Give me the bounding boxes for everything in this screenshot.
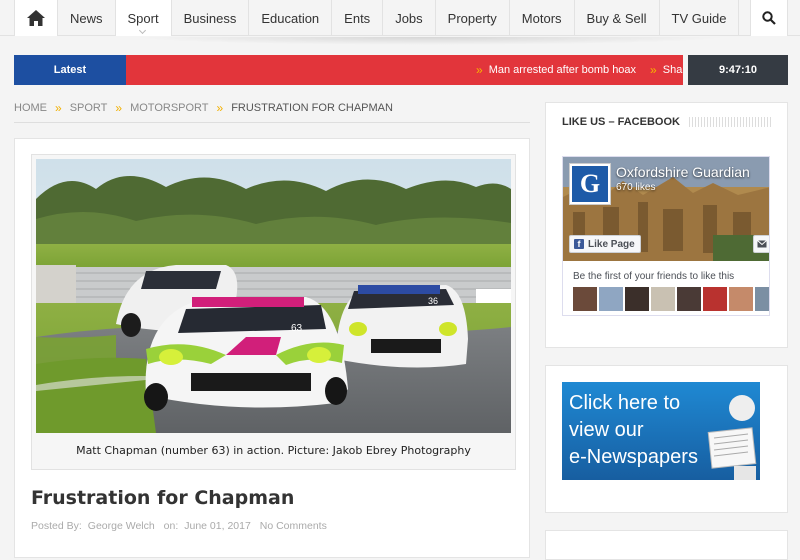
- nav-shadow: [130, 37, 730, 45]
- sidebar-widget: [545, 530, 788, 560]
- breadcrumb: HOME » SPORT » MOTORSPORT » FRUSTRATION …: [14, 100, 393, 116]
- ticker-headline[interactable]: Man arrested after bomb hoax: [489, 64, 636, 76]
- nav-item-label: Buy & Sell: [586, 10, 647, 26]
- nav-item-label: Sport: [127, 10, 159, 26]
- ticker-label: Latest: [14, 55, 135, 85]
- home-button[interactable]: [14, 0, 58, 36]
- nav-menu: News Sport Business Education Ents Jobs Proper…: [58, 0, 740, 36]
- breadcrumb-home[interactable]: HOME: [14, 102, 47, 114]
- banner-line: e-Newspapers: [569, 446, 698, 468]
- nav-item-tv-guide[interactable]: TV Guide: [660, 0, 740, 36]
- page-logo-letter: G: [572, 166, 608, 202]
- comments-link[interactable]: No Comments: [260, 520, 327, 532]
- nav-item-label: TV Guide: [671, 10, 727, 26]
- avatar[interactable]: [729, 287, 753, 311]
- breadcrumb-separator: »: [55, 101, 62, 115]
- article: RI 36: [14, 138, 530, 558]
- envelope-icon: [757, 240, 767, 248]
- breadcrumb-current: FRUSTRATION FOR CHAPMAN: [231, 102, 393, 114]
- svg-text:63: 63: [291, 323, 303, 334]
- facebook-icon: f: [574, 239, 584, 249]
- divider: [14, 122, 530, 123]
- nav-item-label: Ents: [344, 10, 371, 26]
- news-ticker: » Man arrested after bomb hoax » Sha: [126, 55, 683, 85]
- breadcrumb-sport[interactable]: SPORT: [70, 102, 108, 114]
- friend-avatars: [573, 287, 769, 311]
- search-icon: [762, 11, 776, 25]
- chevron-right-icon: »: [650, 63, 657, 77]
- nav-item-label: Jobs: [395, 10, 423, 26]
- breadcrumb-separator: »: [216, 101, 224, 115]
- nav-item-buy-sell[interactable]: Buy & Sell: [575, 0, 660, 36]
- page-logo: G: [569, 163, 611, 205]
- nav-item-label: News: [70, 10, 103, 26]
- nav-item-jobs[interactable]: Jobs: [383, 0, 436, 36]
- nav-item-label: Motors: [521, 10, 562, 26]
- nav-item-property[interactable]: Property: [436, 0, 510, 36]
- nav-item-business[interactable]: Business: [172, 0, 250, 36]
- friends-text: Be the first of your friends to like thi…: [573, 271, 735, 282]
- chevron-right-icon: »: [476, 63, 483, 77]
- nav-item-education[interactable]: Education: [249, 0, 333, 36]
- article-figure: RI 36: [31, 154, 516, 470]
- like-page-label: Like Page: [588, 238, 635, 250]
- nav-item-sport[interactable]: Sport: [115, 0, 172, 36]
- reading-figure-icon: [707, 395, 757, 480]
- enewspaper-banner[interactable]: Click here to view our e-Newspapers: [562, 382, 760, 480]
- nav-item-label: Business: [183, 10, 237, 26]
- chevron-down-icon: [139, 26, 147, 35]
- avatar[interactable]: [625, 287, 649, 311]
- ticker-clock: 9:47:10: [688, 55, 788, 85]
- main-nav: News Sport Business Education Ents Jobs Proper…: [0, 0, 800, 36]
- post-date: June 01, 2017: [184, 520, 251, 532]
- avatar[interactable]: [573, 287, 597, 311]
- facebook-widget: LIKE US – FACEBOOK G Oxfordshire Guardia…: [545, 102, 788, 348]
- facebook-like-count: 670 likes: [616, 182, 656, 193]
- nav-item-label: Property: [447, 10, 497, 26]
- avatar[interactable]: [651, 287, 675, 311]
- home-icon: [27, 10, 45, 26]
- nav-item-label: Education: [261, 10, 320, 26]
- svg-text:36: 36: [428, 296, 438, 306]
- date-label: on:: [163, 520, 179, 532]
- avatar[interactable]: [703, 287, 727, 311]
- nav-item-ents[interactable]: Ents: [332, 0, 384, 36]
- avatar[interactable]: [599, 287, 623, 311]
- breadcrumb-motorsport[interactable]: MOTORSPORT: [130, 102, 208, 114]
- enewspaper-widget: Click here to view our e-Newspapers: [545, 365, 788, 513]
- facebook-page-plugin[interactable]: G Oxfordshire Guardian 670 likes f Like …: [562, 156, 770, 316]
- message-button[interactable]: [753, 235, 769, 253]
- like-page-button[interactable]: f Like Page: [569, 235, 641, 253]
- banner-line: view our: [569, 419, 644, 441]
- author-link[interactable]: George Welch: [88, 520, 155, 532]
- avatar[interactable]: [677, 287, 701, 311]
- avatar[interactable]: [755, 287, 769, 311]
- search-button[interactable]: [750, 0, 788, 36]
- heading-stripes: [689, 117, 773, 127]
- article-meta: Posted By: George Welch on: June 01, 2017 …: [31, 520, 333, 532]
- article-photo[interactable]: RI 36: [36, 159, 511, 433]
- banner-line: Click here to: [569, 392, 681, 414]
- article-title: Frustration for Chapman: [31, 487, 295, 509]
- photo-caption: Matt Chapman (number 63) in action. Pict…: [76, 444, 471, 457]
- nav-item-news[interactable]: News: [58, 0, 116, 36]
- ticker-headline[interactable]: Sha: [663, 64, 683, 76]
- facebook-page-name[interactable]: Oxfordshire Guardian: [616, 164, 750, 180]
- breadcrumb-separator: »: [115, 101, 123, 115]
- posted-by-label: Posted By:: [31, 520, 82, 532]
- widget-heading: LIKE US – FACEBOOK: [562, 116, 680, 128]
- nav-item-motors[interactable]: Motors: [510, 0, 575, 36]
